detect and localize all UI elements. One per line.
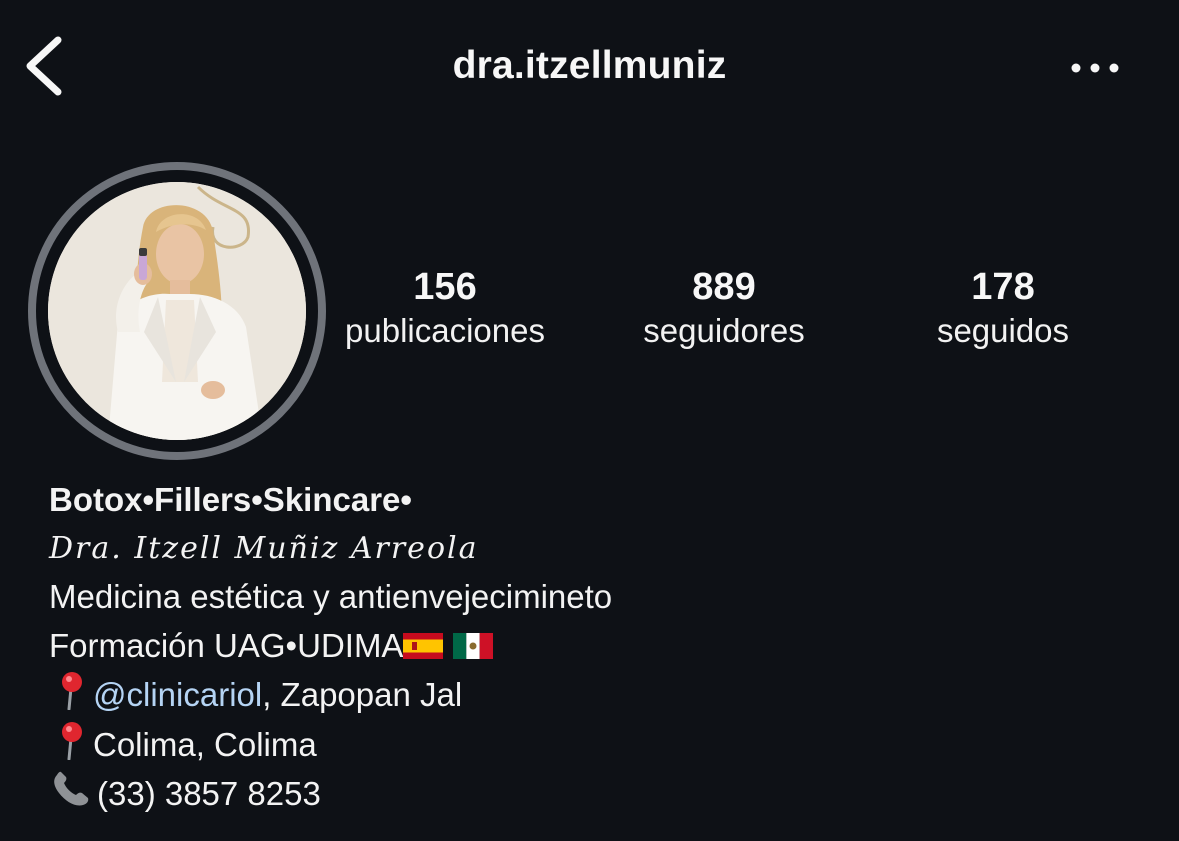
bio-category: Botox•Fillers•Skincare• (49, 481, 412, 518)
bio-location-2-text: Colima, Colima (93, 725, 317, 763)
top-navigation-bar: dra.itzellmuniz (0, 0, 1179, 135)
round-pushpin-icon (62, 672, 82, 710)
bio-display-name: Dra. Itzell Muñiz Arreola (49, 530, 479, 566)
bio-location-2: Colima, Colima (49, 720, 1149, 770)
bio-phone: (33) 3857 8253 (49, 769, 1149, 819)
telephone-receiver-icon (54, 771, 89, 806)
stat-following[interactable]: 178 seguidos (863, 264, 1143, 352)
flag-mexico-icon (453, 632, 494, 659)
bio-location-1-text: , Zapopan Jal (262, 676, 463, 713)
bio-location-1: @clinicariol, Zapopan Jal (49, 670, 1149, 720)
flag-spain-icon (403, 632, 444, 659)
following-label: seguidos (936, 312, 1070, 349)
stat-posts[interactable]: 156 publicaciones (305, 264, 585, 352)
mention-clinicariol-link[interactable]: @clinicariol (93, 676, 262, 713)
posts-label: publicaciones (345, 312, 545, 349)
following-count: 178 (971, 266, 1035, 308)
more-horizontal-icon (1071, 63, 1119, 73)
profile-bio: Botox•Fillers•Skincare• Dra. Itzell Muñi… (49, 476, 1149, 819)
followers-count: 889 (692, 266, 756, 308)
more-options-button[interactable] (1062, 50, 1128, 86)
profile-screen: dra.itzellmuniz 156 publicaciones 889 se… (0, 0, 1179, 841)
avatar-photo (48, 182, 306, 440)
bio-education-text: Formación UAG•UDIMA (49, 626, 404, 664)
profile-avatar[interactable] (48, 182, 306, 440)
posts-count: 156 (413, 266, 477, 308)
bio-education: Formación UAG•UDIMA (49, 622, 1149, 671)
bio-description: Medicina estética y antienvejecimineto (49, 578, 613, 615)
stat-followers[interactable]: 889 seguidores (584, 264, 864, 352)
round-pushpin-icon (62, 721, 82, 760)
phone-number-link[interactable]: (33) 3857 8253 (97, 775, 321, 812)
profile-username: dra.itzellmuniz (452, 44, 727, 87)
followers-label: seguidores (643, 312, 805, 349)
